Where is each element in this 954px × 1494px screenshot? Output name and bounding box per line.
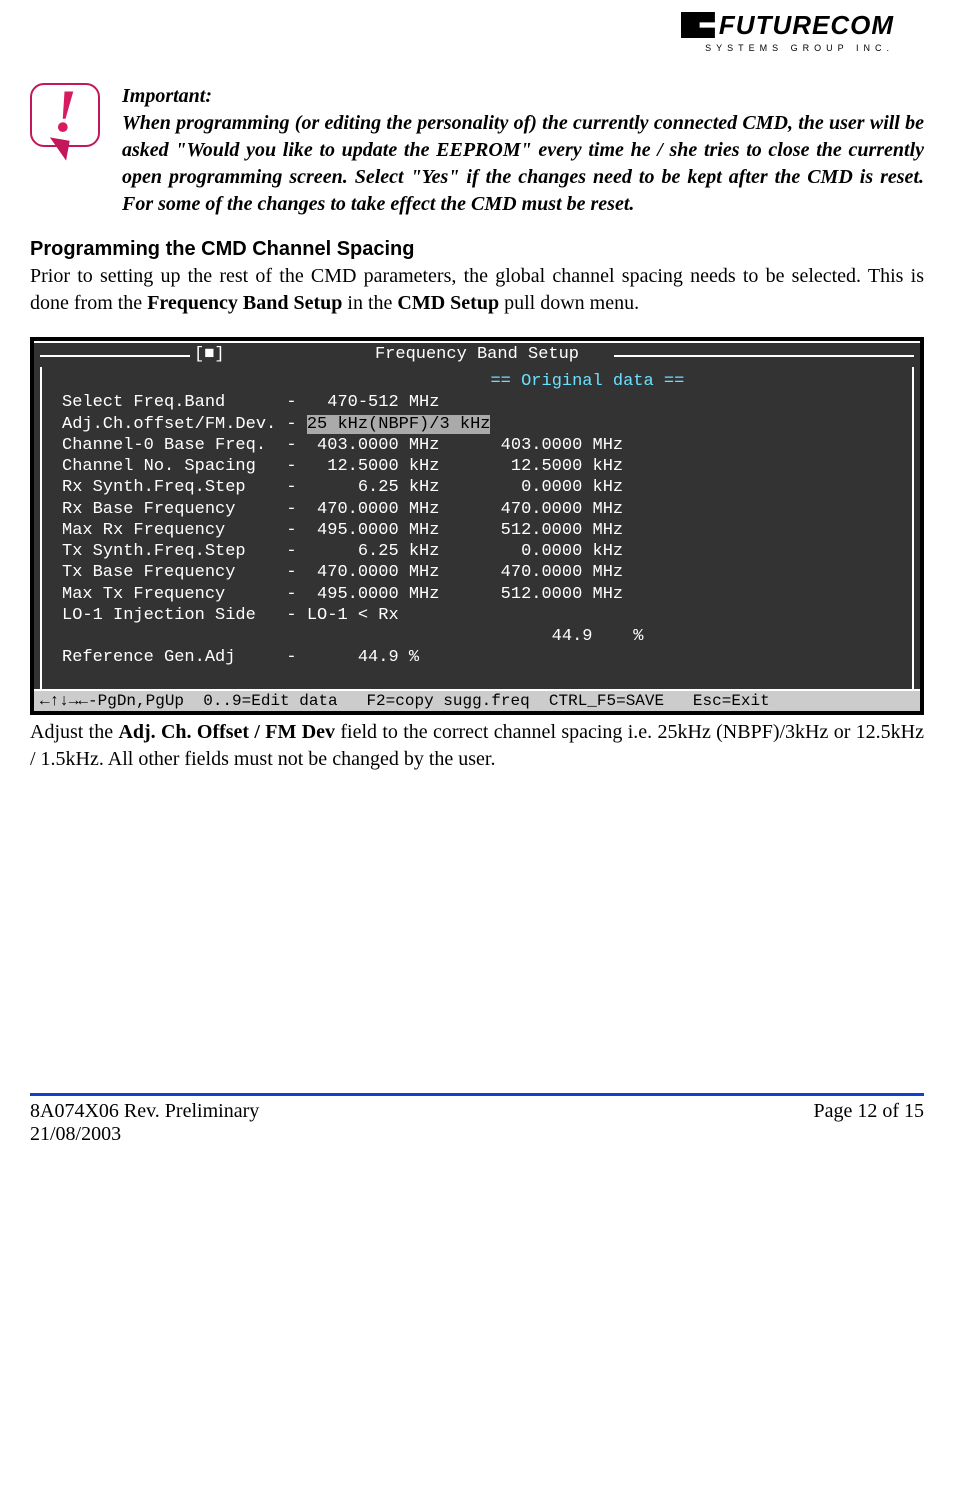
after-terminal-text: Adjust the Adj. Ch. Offset / FM Dev fiel… <box>30 719 924 773</box>
logo-sub: SYSTEMS GROUP INC. <box>30 43 894 53</box>
page-footer: 8A074X06 Rev. Preliminary 21/08/2003 Pag… <box>30 1100 924 1146</box>
header-logo: FUTURECOM SYSTEMS GROUP INC. <box>30 10 924 53</box>
footer-rule <box>30 1093 924 1096</box>
terminal-screenshot: [■] Frequency Band Setup == Original dat… <box>30 337 924 715</box>
terminal-footer: ←↑↓→←-PgDn,PgUp 0..9=Edit data F2=copy s… <box>34 691 920 711</box>
exclamation-icon: ! <box>30 83 110 147</box>
footer-date: 21/08/2003 <box>30 1123 259 1146</box>
logo-main: FUTURECOM <box>681 10 894 41</box>
important-block: ! Important: When programming (or editin… <box>30 83 924 218</box>
section-heading: Programming the CMD Channel Spacing <box>30 238 924 261</box>
important-heading: Important: <box>122 85 212 107</box>
section-intro: Prior to setting up the rest of the CMD … <box>30 263 924 317</box>
important-body: When programming (or editing the persona… <box>122 112 924 215</box>
important-text: Important: When programming (or editing … <box>122 83 924 218</box>
footer-docid: 8A074X06 Rev. Preliminary <box>30 1100 259 1123</box>
footer-page: Page 12 of 15 <box>813 1100 924 1146</box>
